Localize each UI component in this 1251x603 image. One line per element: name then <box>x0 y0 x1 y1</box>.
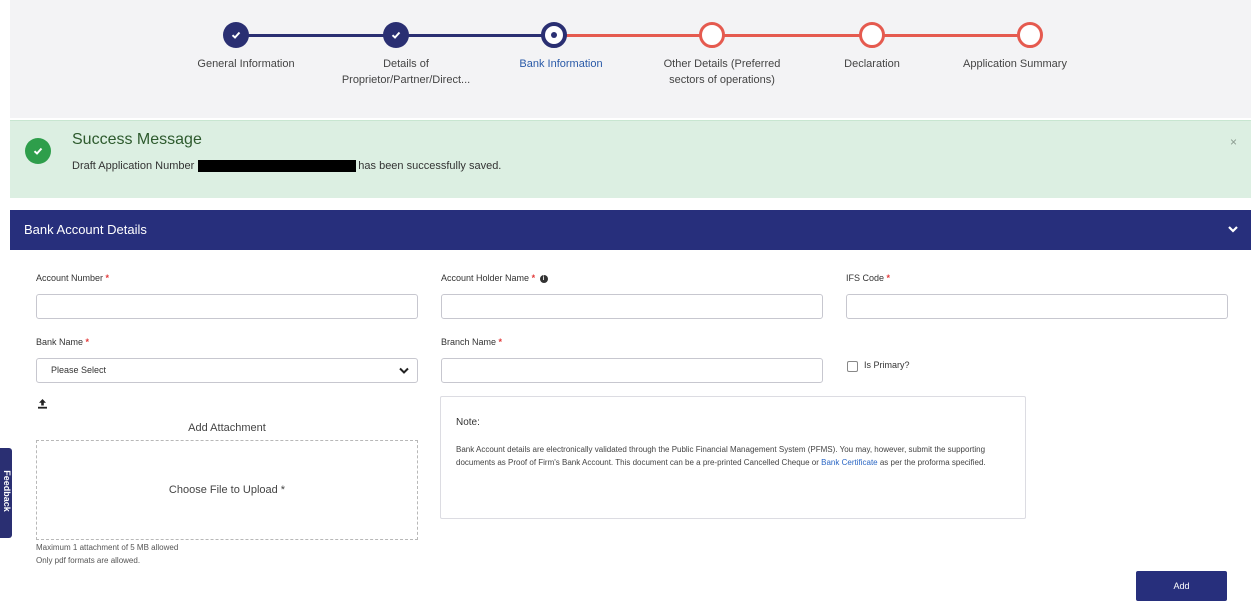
required-marker: * <box>498 337 503 347</box>
bank-name-label: Bank Name * <box>36 337 89 347</box>
bank-account-section-header[interactable]: Bank Account Details <box>10 210 1251 250</box>
note-text-part: as per the proforma specified. <box>877 458 986 467</box>
progress-stepper: General Information Details of Proprieto… <box>10 0 1251 118</box>
step-6-pending-icon[interactable] <box>1017 22 1043 48</box>
account-number-label-text: Account Number <box>36 273 104 283</box>
attachment-size-help: Maximum 1 attachment of 5 MB allowed <box>36 543 179 552</box>
step-5-pending-icon[interactable] <box>859 22 885 48</box>
required-marker: * <box>886 273 891 283</box>
step-2-complete-icon[interactable] <box>383 22 409 48</box>
section-title: Bank Account Details <box>24 222 147 237</box>
attachment-format-help: Only pdf formats are allowed. <box>36 556 141 565</box>
alert-text-after: has been successfully saved. <box>358 160 502 172</box>
note-title: Note: <box>456 417 480 428</box>
step-label-application-summary[interactable]: Application Summary <box>945 56 1085 72</box>
alert-title: Success Message <box>72 131 202 148</box>
alert-text-before: Draft Application Number <box>72 160 195 172</box>
account-holder-name-label-text: Account Holder Name <box>441 273 530 283</box>
is-primary-label[interactable]: Is Primary? <box>864 360 910 370</box>
success-alert: Success Message Draft Application Number… <box>10 120 1251 198</box>
bank-name-selected-value: Please Select <box>51 365 107 375</box>
feedback-label: Feedback <box>2 470 12 512</box>
chevron-down-icon[interactable] <box>1227 223 1239 235</box>
note-text: Bank Account details are electronically … <box>456 443 1016 469</box>
step-label-declaration[interactable]: Declaration <box>797 56 947 72</box>
branch-name-input[interactable] <box>441 358 823 383</box>
ifs-code-label-text: IFS Code <box>846 273 885 283</box>
note-box: Note: Bank Account details are electroni… <box>440 396 1026 519</box>
step-1-complete-icon[interactable] <box>223 22 249 48</box>
file-dropzone[interactable]: Choose File to Upload * <box>36 440 418 540</box>
account-holder-name-input[interactable] <box>441 294 823 319</box>
redacted-application-number <box>198 160 357 172</box>
bank-certificate-link[interactable]: Bank Certificate <box>821 458 877 467</box>
required-marker: * <box>531 273 536 283</box>
step-label-proprietor-details[interactable]: Details of Proprietor/Partner/Direct... <box>331 56 481 88</box>
required-marker: * <box>105 273 110 283</box>
feedback-tab[interactable]: Feedback <box>0 448 12 538</box>
step-label-other-details[interactable]: Other Details (Preferred sectors of oper… <box>647 56 797 88</box>
upload-icon[interactable] <box>37 398 48 409</box>
step-label-general-information[interactable]: General Information <box>171 56 321 72</box>
check-circle-icon <box>25 138 51 164</box>
bank-name-label-text: Bank Name <box>36 337 84 347</box>
info-icon[interactable]: i <box>539 275 548 283</box>
step-3-current-icon[interactable] <box>541 22 567 48</box>
branch-name-label-text: Branch Name <box>441 337 497 347</box>
step-label-bank-information[interactable]: Bank Information <box>486 56 636 72</box>
add-attachment-title: Add Attachment <box>188 422 266 434</box>
alert-message: Draft Application Number has been succes… <box>72 160 501 172</box>
is-primary-checkbox[interactable] <box>847 361 858 372</box>
choose-file-label[interactable]: Choose File to Upload * <box>169 484 285 496</box>
account-holder-name-label: Account Holder Name * i <box>441 273 548 283</box>
account-number-label: Account Number * <box>36 273 109 283</box>
step-4-pending-icon[interactable] <box>699 22 725 48</box>
required-marker: * <box>85 337 90 347</box>
stepper-line-pending <box>546 34 1024 37</box>
account-number-input[interactable] <box>36 294 418 319</box>
close-icon[interactable]: × <box>1230 135 1237 149</box>
ifs-code-input[interactable] <box>846 294 1228 319</box>
branch-name-label: Branch Name * <box>441 337 502 347</box>
bank-name-select[interactable]: Please Select <box>36 358 418 383</box>
chevron-down-icon <box>399 367 409 374</box>
add-button[interactable]: Add <box>1136 571 1227 601</box>
ifs-code-label: IFS Code * <box>846 273 890 283</box>
